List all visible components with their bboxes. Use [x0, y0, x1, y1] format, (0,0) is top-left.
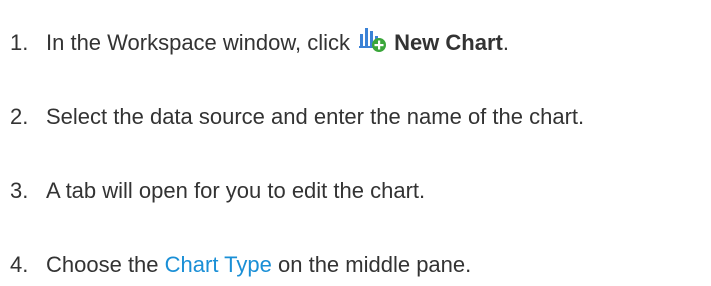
- step-text: Choose the: [46, 252, 159, 277]
- step-3: 3. A tab will open for you to edit the c…: [0, 175, 425, 207]
- step-number: 2.: [10, 104, 29, 129]
- step-text: In the Workspace window, click: [46, 30, 351, 55]
- steps-list: 1. In the Workspace window, click New Ch…: [0, 0, 711, 286]
- new-chart-label: New Chart: [394, 30, 503, 55]
- step-number: 4.: [10, 252, 29, 277]
- step-number: 3.: [10, 178, 29, 203]
- step-4: 4. Choose the Chart Type on the middle p…: [0, 249, 471, 281]
- step-text: Select the data source and enter the nam…: [46, 104, 585, 129]
- step-2: 2. Select the data source and enter the …: [0, 101, 584, 133]
- step-text: A tab will open for you to edit the char…: [46, 178, 426, 203]
- step-text-end: .: [502, 30, 509, 55]
- step-number: 1.: [10, 30, 29, 55]
- step-1: 1. In the Workspace window, click New Ch…: [0, 27, 509, 59]
- chart-type-link[interactable]: Chart Type: [165, 249, 272, 281]
- new-chart-icon: [358, 26, 388, 54]
- step-text-end: on the middle pane.: [278, 252, 472, 277]
